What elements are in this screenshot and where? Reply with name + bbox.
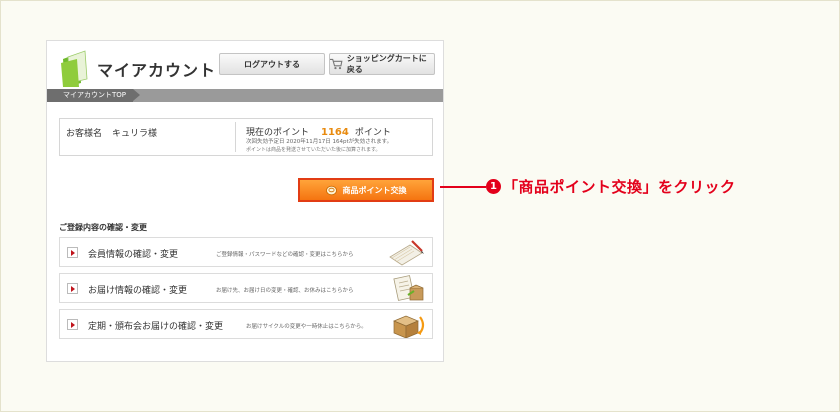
- page-title: マイアカウント: [97, 61, 217, 80]
- breadcrumb-current[interactable]: マイアカウントTOP: [47, 89, 140, 102]
- logout-label: ログアウトする: [244, 59, 300, 69]
- back-to-cart-label: ショッピングカートに戻る: [346, 54, 427, 74]
- delivery-info-label: お届け情報の確認・変更: [88, 286, 188, 296]
- delivery-info-description: お届け先、お届け日の変更・確認、お休みはこちらから: [216, 288, 354, 294]
- arrow-right-icon: [67, 283, 78, 294]
- customer-name: キュリラ様: [112, 129, 158, 139]
- points-add-note: ポイントは商品を発送させていただいた後に加算されます。: [246, 147, 381, 153]
- my-account-panel: マイアカウント ログアウトする ショッピングカートに戻る マイアカウントTOP …: [46, 40, 444, 362]
- box-cycle-icon: [393, 315, 425, 338]
- step-number-badge: 1: [486, 179, 501, 194]
- customer-info: お客様名 キュリラ様: [66, 126, 157, 139]
- annotation-callout-text: 「商品ポイント交換」をクリック: [503, 178, 736, 196]
- arrow-right-icon: [67, 247, 78, 258]
- annotation-connector-line: [440, 186, 486, 188]
- coin-icon: [325, 185, 337, 195]
- member-info-description: ご登録情報・パスワードなどの確認・変更はこちらから: [216, 252, 354, 258]
- member-info-label: 会員情報の確認・変更: [88, 250, 179, 260]
- points-expiry-note: 次回失効予定日 2020年11月17日 164ptが失効されます。: [246, 139, 393, 145]
- subscription-info-description: お届けサイクルの変更や一時休止はこちらから。: [246, 324, 367, 330]
- clipboard-box-icon: [393, 275, 424, 301]
- section-title: ご登録内容の確認・変更: [59, 223, 147, 232]
- customer-label: お客様名: [66, 129, 103, 139]
- exchange-button-face: 商品ポイント交換: [300, 180, 432, 200]
- exchange-button-label: 商品ポイント交換: [342, 185, 407, 195]
- subscription-info-row[interactable]: 定期・頒布会お届けの確認・変更 お届けサイクルの変更や一時休止はこちらから。: [59, 309, 433, 339]
- product-point-exchange-button[interactable]: 商品ポイント交換: [298, 178, 434, 202]
- member-info-row[interactable]: 会員情報の確認・変更 ご登録情報・パスワードなどの確認・変更はこちらから: [59, 237, 433, 267]
- shopping-cart-icon: [330, 58, 343, 70]
- logout-button[interactable]: ログアウトする: [219, 53, 325, 75]
- arrow-right-icon: [67, 319, 78, 330]
- account-info-box: お客様名 キュリラ様 現在のポイント 1164 ポイント 次回失効予定日 2020年1…: [59, 118, 433, 156]
- notebook-pen-icon: [389, 240, 424, 266]
- info-divider: [235, 122, 236, 152]
- subscription-info-label: 定期・頒布会お届けの確認・変更: [88, 322, 224, 332]
- folder-logo-icon: [61, 50, 88, 87]
- back-to-cart-button[interactable]: ショッピングカートに戻る: [329, 53, 435, 75]
- delivery-info-row[interactable]: お届け情報の確認・変更 お届け先、お届け日の変更・確認、お休みはこちらから: [59, 273, 433, 303]
